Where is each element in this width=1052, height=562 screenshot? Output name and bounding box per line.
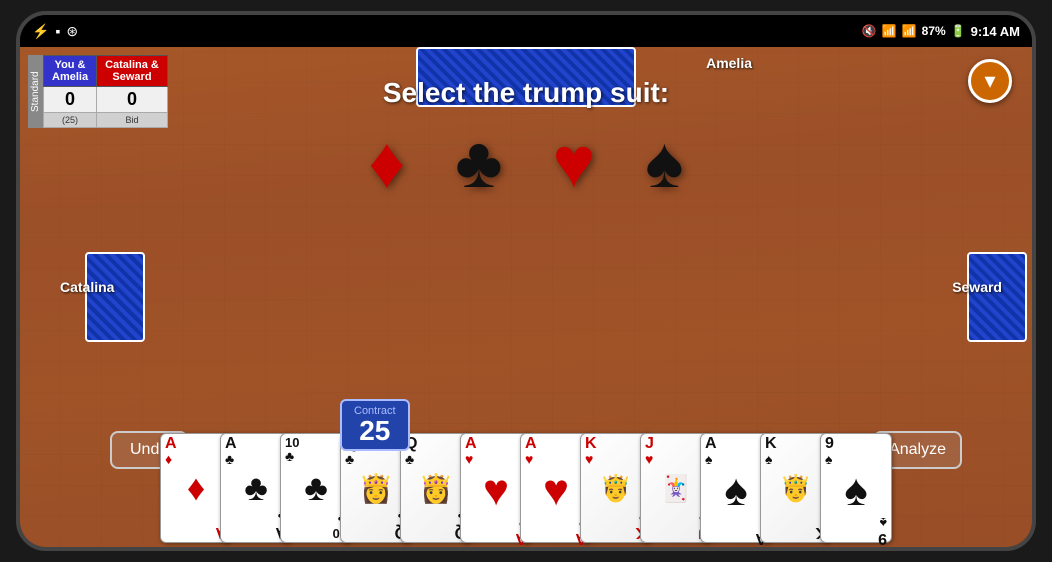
time-display: 9:14 AM — [971, 24, 1020, 39]
card-suit: ♣ — [285, 449, 347, 463]
card-rank-bottom: 9 — [825, 530, 887, 546]
card-rank: A — [705, 436, 767, 452]
card-rank-bottom: Q — [345, 524, 407, 540]
card-suit-bottom: ♦ — [165, 510, 227, 524]
player-top-label: Amelia — [706, 55, 752, 71]
card-center: ♦ — [165, 466, 227, 510]
contract-value: 25 — [354, 417, 396, 445]
right-player-cards — [967, 252, 1027, 342]
mute-icon: 🔇 — [862, 24, 877, 38]
card-suit-bottom: ♥ — [585, 510, 647, 524]
usb-icon: ⚡ — [32, 23, 49, 40]
player-right-label: Seward — [952, 279, 1002, 295]
card-rank: Q — [405, 436, 467, 452]
card-rank: J — [645, 436, 707, 452]
left-player-cards — [85, 252, 145, 342]
card-suit-bottom: ♥ — [525, 516, 587, 530]
card-suit-bottom: ♣ — [345, 510, 407, 524]
card-suit: ♠ — [825, 452, 887, 466]
card-12[interactable]: 9 ♠ ♠ 9 ♠ — [820, 433, 892, 543]
player-left-label: Catalina — [60, 279, 114, 295]
wifi-icon: ⊛ — [66, 23, 78, 40]
card-rank: K — [765, 436, 827, 452]
card-center: 🃏 — [645, 466, 707, 510]
card-suit: ♠ — [765, 452, 827, 466]
card-rank-bottom: 10 — [285, 527, 347, 540]
card-rank-bottom: Q — [405, 524, 467, 540]
card-suit: ♥ — [465, 452, 527, 466]
card-suit: ♣ — [345, 452, 407, 466]
card-rank-bottom: A — [225, 524, 287, 540]
sim-icon: ▪ — [55, 23, 60, 39]
trump-suits: ♦ ♣ ♥ ♠ — [20, 127, 1032, 199]
wifi-signal-icon: 📶 — [882, 24, 897, 38]
clubs-button[interactable]: ♣ — [455, 127, 502, 199]
card-center: ♣ — [225, 466, 287, 510]
card-rank-bottom: A — [705, 530, 767, 546]
card-suit-bottom: ♣ — [405, 510, 467, 524]
hearts-button[interactable]: ♥ — [553, 127, 596, 199]
menu-button[interactable]: ▾ — [968, 59, 1012, 103]
card-rank-bottom: J — [645, 524, 707, 540]
card-rank: A — [525, 436, 587, 452]
card-suit: ♠ — [705, 452, 767, 466]
card-rank-bottom: A — [525, 530, 587, 546]
diamonds-button[interactable]: ♦ — [369, 127, 406, 199]
card-suit-bottom: ♠ — [705, 516, 767, 530]
card-suit: ♦ — [165, 452, 227, 466]
card-rank: A — [465, 436, 527, 452]
menu-icon: ▾ — [984, 68, 995, 94]
card-rank: 10 — [285, 436, 347, 449]
card-rank: A — [165, 436, 227, 452]
score-footer1: (25) — [44, 113, 97, 128]
card-suit: ♥ — [525, 452, 587, 466]
card-rank-bottom: A — [165, 524, 227, 540]
trump-prompt: Select the trump suit: — [20, 77, 1032, 109]
status-icons-left: ⚡ ▪ ⊛ — [32, 23, 78, 40]
hand-area: A ♦ ♦ A ♦ A ♣ ♣ A ♣ — [20, 417, 1032, 547]
card-suit-bottom: ♣ — [225, 510, 287, 524]
card-suit: ♥ — [585, 452, 647, 466]
score-footer2: Bid — [97, 113, 168, 128]
card-suit-bottom: ♠ — [825, 516, 887, 530]
game-area: Standard You &Amelia Catalina &Seward 0 … — [20, 47, 1032, 547]
card-rank-bottom: A — [465, 530, 527, 546]
card-center: 👸 — [405, 466, 467, 510]
card-center: ♥ — [525, 466, 587, 516]
card-suit: ♣ — [225, 452, 287, 466]
card-center: ♠ — [825, 466, 887, 516]
battery-icon: 🔋 — [951, 24, 966, 38]
card-rank-bottom: K — [765, 524, 827, 540]
card-rank: 9 — [825, 436, 887, 452]
card-suit: ♥ — [645, 452, 707, 466]
card-suit: ♣ — [405, 452, 467, 466]
signal-icon: 📶 — [902, 24, 917, 38]
spades-button[interactable]: ♠ — [645, 127, 683, 199]
status-bar: ⚡ ▪ ⊛ 🔇 📶 📶 87% 🔋 9:14 AM — [20, 15, 1032, 47]
phone-frame: ⚡ ▪ ⊛ 🔇 📶 📶 87% 🔋 9:14 AM Standard You &… — [16, 11, 1036, 551]
contract-badge: Contract 25 — [340, 399, 410, 451]
card-suit-bottom: ♥ — [645, 510, 707, 524]
card-center: ♣ — [285, 463, 347, 513]
card-suit-bottom: ♠ — [765, 510, 827, 524]
card-rank: A — [225, 436, 287, 452]
card-center: 🤴 — [585, 466, 647, 510]
card-rank: K — [585, 436, 647, 452]
battery-percent: 87% — [922, 24, 946, 38]
card-center: 🤴 — [765, 466, 827, 510]
card-center: ♠ — [705, 466, 767, 516]
card-suit-bottom: ♥ — [465, 516, 527, 530]
status-icons-right: 🔇 📶 📶 87% 🔋 9:14 AM — [862, 24, 1020, 39]
card-center: 👸 — [345, 466, 407, 510]
card-center: ♥ — [465, 466, 527, 516]
card-rank-bottom: K — [585, 524, 647, 540]
card-suit-bottom: ♣ — [285, 513, 347, 527]
